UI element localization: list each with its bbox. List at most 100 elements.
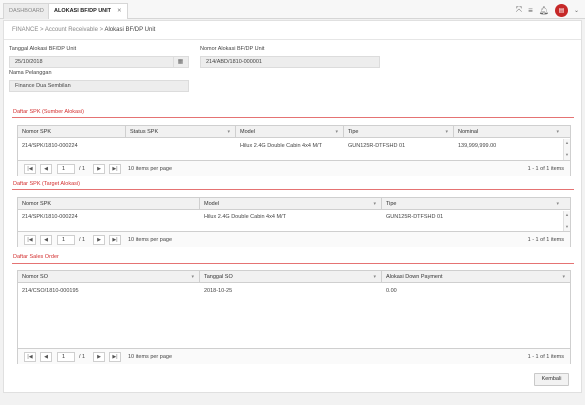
pelanggan-label: Nama Pelanggan: [9, 70, 52, 76]
items-per-page: 10 items per page: [128, 166, 173, 172]
col-header-text: Model: [204, 201, 219, 207]
page-total: / 1: [79, 354, 86, 360]
grid-spk-sumber: Nomor SPK Status SPK ▾ Model ▾ Tipe ▾ Nomin…: [17, 125, 571, 176]
col-header-text: Tipe: [348, 129, 359, 135]
breadcrumb-current: Alokasi BF/DP Unit: [104, 27, 156, 33]
page-total: / 1: [79, 237, 86, 243]
main-panel: FINANCE > Account Receivable > Alokasi B…: [3, 20, 582, 393]
tab-alokasi-label: ALOKASI BF/DP UNIT: [54, 8, 112, 14]
scroll-up-icon[interactable]: ▲: [564, 139, 570, 146]
tanggal-field[interactable]: 25/10/2018 ▦: [9, 56, 189, 68]
last-page-button[interactable]: ▶|: [109, 235, 121, 245]
chevron-down-icon[interactable]: ⌄: [574, 7, 579, 14]
next-page-button[interactable]: ▶: [93, 235, 105, 245]
prev-page-button[interactable]: ◀: [40, 164, 52, 174]
col-header-nomor-spk[interactable]: Nomor SPK: [18, 198, 200, 210]
back-button[interactable]: Kembali: [534, 373, 569, 386]
chevron-down-icon[interactable]: ▾: [335, 126, 338, 138]
cell-nominal: 139,999,999.00: [458, 143, 497, 149]
chevron-down-icon[interactable]: ▾: [556, 126, 559, 138]
col-header-text: Tanggal SO: [204, 274, 233, 280]
tab-dashboard-label: DASHBOARD: [9, 8, 44, 14]
section-divider: [12, 263, 574, 264]
calendar-icon[interactable]: ▦: [173, 57, 187, 67]
last-page-button[interactable]: ▶|: [109, 164, 121, 174]
col-header-text: Nomor SPK: [22, 129, 52, 135]
page-input[interactable]: 1: [57, 164, 75, 174]
grid-pager: |◀ ◀ 1 / 1 ▶ ▶| 10 items per page 1 - 1 …: [18, 231, 570, 247]
chevron-down-icon[interactable]: ▾: [556, 198, 559, 210]
chevron-down-icon[interactable]: ▾: [227, 126, 230, 138]
prev-page-button[interactable]: ◀: [40, 235, 52, 245]
cell-nomor-spk: 214/SPK/1810-000224: [22, 214, 78, 220]
section-title-sales-order: Daftar Sales Order: [13, 254, 59, 260]
scroll-down-icon[interactable]: ▼: [564, 223, 570, 230]
col-header-alokasi-dp[interactable]: Alokasi Down Payment ▾: [382, 271, 570, 283]
chevron-down-icon[interactable]: ▾: [445, 126, 448, 138]
cell-tipe: GUN125R-DTFSHD 01: [348, 143, 406, 149]
top-bar: DASHBOARD ALOKASI BF/DP UNIT ✕ ⤧ ≡ 🔔︎ ▤ ⌄: [0, 0, 585, 19]
items-range: 1 - 1 of 1 items: [527, 237, 564, 243]
bell-icon[interactable]: 🔔︎: [539, 6, 549, 15]
first-page-button[interactable]: |◀: [24, 164, 36, 174]
last-page-button[interactable]: ▶|: [109, 352, 121, 362]
col-header-nomor-spk[interactable]: Nomor SPK: [18, 126, 126, 138]
first-page-button[interactable]: |◀: [24, 235, 36, 245]
chevron-down-icon[interactable]: ▾: [562, 271, 565, 283]
section-title-target: Daftar SPK (Target Alokasi): [13, 181, 80, 187]
col-header-tipe[interactable]: Tipe ▾: [344, 126, 454, 138]
col-header-text: Tipe: [386, 201, 397, 207]
col-header-text: Nominal: [458, 129, 479, 135]
section-divider: [12, 117, 574, 118]
cell-alokasi-dp: 0.00: [386, 288, 397, 294]
col-header-nominal[interactable]: Nominal ▾: [454, 126, 564, 138]
items-range: 1 - 1 of 1 items: [527, 354, 564, 360]
cell-model: Hilux 2.4G Double Cabin 4x4 M/T: [240, 143, 322, 149]
first-page-button[interactable]: |◀: [24, 352, 36, 362]
col-header-status-spk[interactable]: Status SPK ▾: [126, 126, 236, 138]
grid-pager: |◀ ◀ 1 / 1 ▶ ▶| 10 items per page 1 - 1 …: [18, 348, 570, 364]
grid-header: Nomor SO ▾ Tanggal SO ▾ Alokasi Down Payme…: [18, 271, 570, 283]
chevron-down-icon[interactable]: ▾: [373, 198, 376, 210]
page-input[interactable]: 1: [57, 352, 75, 362]
col-header-text: Alokasi Down Payment: [386, 274, 443, 280]
breadcrumb-separator: >: [40, 27, 44, 33]
avatar[interactable]: ▤: [554, 3, 568, 17]
col-header-tanggal-so[interactable]: Tanggal SO ▾: [200, 271, 382, 283]
grid-pager: |◀ ◀ 1 / 1 ▶ ▶| 10 items per page 1 - 1 …: [18, 160, 570, 176]
prev-page-button[interactable]: ◀: [40, 352, 52, 362]
vertical-scrollbar[interactable]: ▲ ▼: [563, 139, 570, 160]
tab-dashboard[interactable]: DASHBOARD: [3, 3, 50, 19]
pelanggan-field[interactable]: Finance Dua Sembilan: [9, 80, 189, 92]
grid-header: Nomor SPK Status SPK ▾ Model ▾ Tipe ▾ Nomin…: [18, 126, 570, 138]
col-header-model[interactable]: Model ▾: [200, 198, 382, 210]
vertical-scrollbar[interactable]: ▲ ▼: [563, 211, 570, 231]
nomor-field[interactable]: 214/ABD/1810-000001: [200, 56, 380, 68]
col-header-text: Nomor SO: [22, 274, 48, 280]
col-header-model[interactable]: Model ▾: [236, 126, 344, 138]
chevron-down-icon[interactable]: ▾: [373, 271, 376, 283]
cell-nomor-spk: 214/SPK/1810-000224: [22, 143, 78, 149]
next-page-button[interactable]: ▶: [93, 352, 105, 362]
nomor-label: Nomor Alokasi BF/DP Unit: [200, 46, 265, 52]
close-icon[interactable]: ✕: [117, 8, 122, 14]
breadcrumb-finance[interactable]: FINANCE: [12, 27, 38, 33]
divider: [4, 39, 581, 40]
page-input[interactable]: 1: [57, 235, 75, 245]
breadcrumb-ar[interactable]: Account Receivable: [45, 27, 98, 33]
next-page-button[interactable]: ▶: [93, 164, 105, 174]
scroll-down-icon[interactable]: ▼: [564, 151, 570, 158]
col-header-tipe[interactable]: Tipe ▾: [382, 198, 564, 210]
cell-status-spk: [126, 140, 130, 152]
cell-nomor-so: 214/CSO/1810-000195: [22, 288, 79, 294]
menu-icon[interactable]: ≡: [528, 6, 533, 15]
grid-spk-target: Nomor SPK Model ▾ Tipe ▾ 214/SPK/1810-0002…: [17, 197, 571, 247]
tanggal-value: 25/10/2018: [15, 59, 43, 65]
scroll-up-icon[interactable]: ▲: [564, 211, 570, 218]
expand-icon[interactable]: ⤧: [516, 5, 522, 15]
col-header-nomor-so[interactable]: Nomor SO ▾: [18, 271, 200, 283]
col-header-text: Model: [240, 129, 255, 135]
top-icons: ⤧ ≡ 🔔︎ ▤ ⌄: [516, 3, 579, 17]
tab-alokasi[interactable]: ALOKASI BF/DP UNIT ✕: [48, 3, 128, 19]
chevron-down-icon[interactable]: ▾: [191, 271, 194, 283]
